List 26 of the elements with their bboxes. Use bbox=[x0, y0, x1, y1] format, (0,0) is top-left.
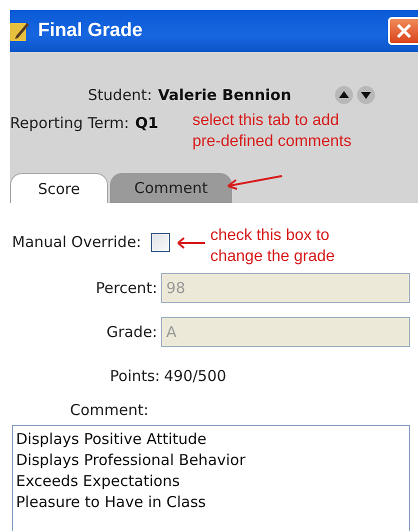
comment-label: Comment: bbox=[70, 401, 149, 419]
tab[interactable]: Score bbox=[10, 173, 108, 203]
annotation-text: pre-defined comments bbox=[192, 132, 352, 152]
list-item[interactable]: Pleasure to Have in Class bbox=[16, 492, 406, 513]
close-icon bbox=[396, 23, 412, 39]
field-label: Percent: bbox=[94, 279, 158, 297]
annotation-text: check this box to bbox=[210, 226, 330, 246]
override-checkbox[interactable] bbox=[151, 233, 170, 252]
field-label: Grade: bbox=[105, 323, 158, 341]
annotation-arrow bbox=[176, 237, 206, 249]
student-label: Student: bbox=[86, 86, 153, 104]
list-item[interactable]: Displays Positive Attitude bbox=[16, 429, 406, 450]
window-title: Final Grade bbox=[38, 20, 143, 42]
annotation-text: select this tab to add bbox=[192, 111, 340, 131]
student-name: Valerie Bennion bbox=[158, 86, 292, 104]
override-label: Manual Override: bbox=[12, 233, 142, 251]
list-item[interactable]: Displays Professional Behavior bbox=[16, 450, 406, 471]
close-button[interactable] bbox=[388, 17, 418, 45]
points-value: 490/500 bbox=[164, 367, 226, 385]
pencil-icon bbox=[10, 20, 30, 42]
annotation-text: change the grade bbox=[210, 247, 335, 267]
term-label: Reporting Term: bbox=[10, 114, 130, 132]
points-label: Points: bbox=[108, 367, 161, 385]
list-item[interactable]: Exceeds Expectations bbox=[16, 471, 406, 492]
tab[interactable]: Comment bbox=[110, 173, 232, 203]
term-value: Q1 bbox=[135, 114, 158, 132]
